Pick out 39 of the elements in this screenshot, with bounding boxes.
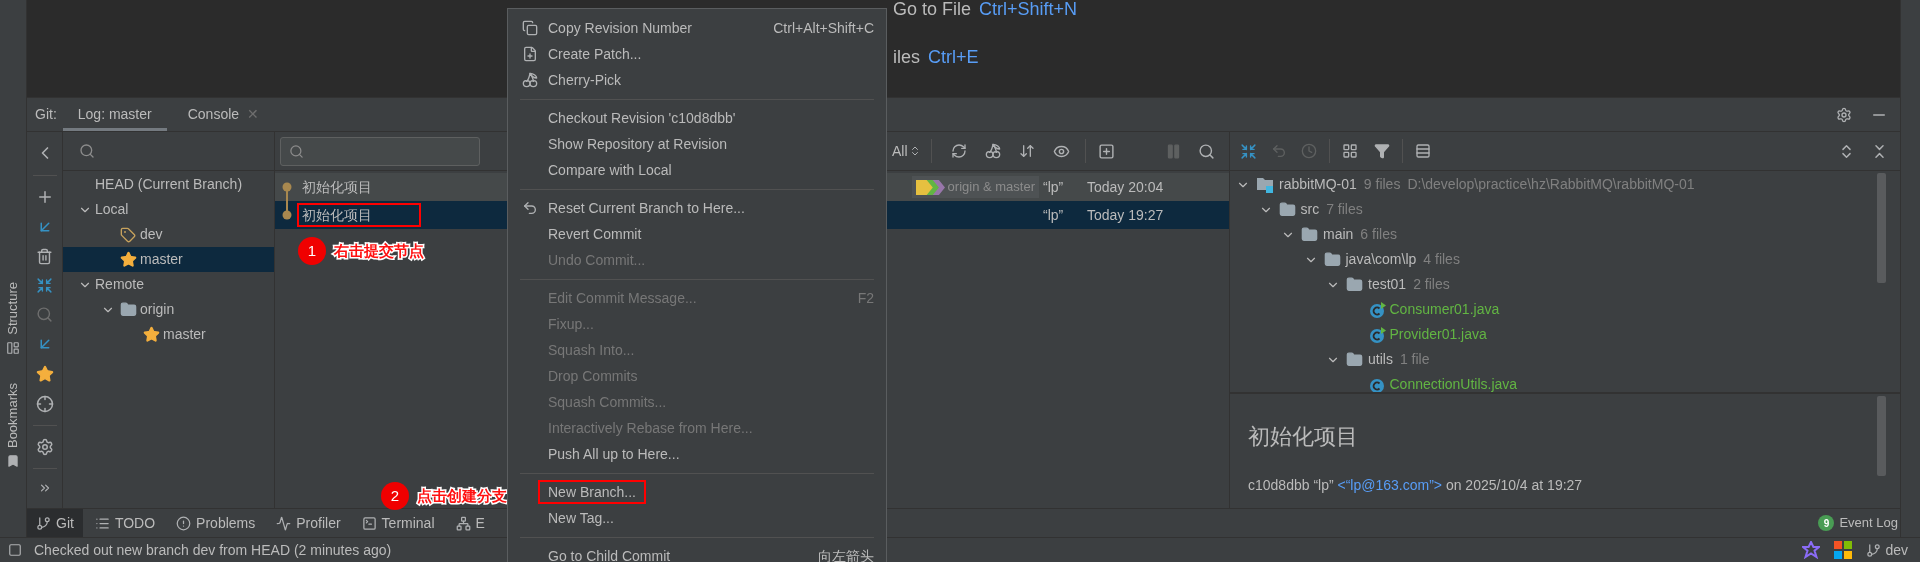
menu-item-label: Reset Current Branch to Here... <box>548 198 745 218</box>
shortcut-text: 向左箭头 <box>818 546 874 562</box>
commit-time: Today 19:27 <box>1086 205 1165 225</box>
annotation-text: 点击创建分支 <box>417 485 507 506</box>
status-message: Checked out new branch dev from HEAD (2 minutes ago) <box>34 540 392 560</box>
menu-item-label: Edit Commit Message... <box>548 288 697 308</box>
menu-item-label: Checkout Revision 'c10d8dbb' <box>548 108 736 128</box>
menu-item-label: Cherry-Pick <box>548 70 622 90</box>
hint-label: iles <box>893 46 920 69</box>
shortcut-text: Ctrl+Shift+N <box>979 0 1078 21</box>
menu-item-label: Show Repository at Revision <box>548 134 727 154</box>
menu-item-label: New Branch... <box>538 480 646 504</box>
menu-item-label: Interactively Rebase from Here... <box>548 418 753 438</box>
shortcut-text: Ctrl+E <box>928 46 979 69</box>
author: “lp” <box>1043 205 1065 225</box>
commit-message: 初始化项目 <box>297 203 421 227</box>
author: “lp” <box>1043 177 1065 197</box>
tool-window-title: Git: <box>35 105 57 124</box>
menu-item-label: Drop Commits <box>548 366 638 386</box>
menu-item-label: Copy Revision Number <box>548 18 692 38</box>
menu-item-label: Revert Commit <box>548 224 642 244</box>
menu-item-label: New Tag... <box>548 508 614 528</box>
menu-item-label: Push All up to Here... <box>548 444 680 464</box>
menu-item-label: Squash Commits... <box>548 392 667 412</box>
hint-label: Go to File <box>893 0 972 21</box>
commit-info: c10d8dbb “lp” <“lp@163.com”> on 2025/10/4 at 19:27 <box>1248 476 1584 495</box>
commit-title: 初始化项目 <box>1248 423 1359 451</box>
menu-item-label: Squash Into... <box>548 340 635 360</box>
commit-time: Today 20:04 <box>1086 177 1165 197</box>
menu-item-label: Undo Commit... <box>548 250 646 270</box>
menu-item-label: Create Patch... <box>548 44 642 64</box>
notification-count-badge: 9 <box>1818 515 1835 531</box>
shortcut-text: Ctrl+Alt+Shift+C <box>773 18 874 38</box>
ref-label: origin & master <box>911 176 1039 198</box>
shortcut-text: F2 <box>857 288 874 308</box>
commit-message: 初始化项目 <box>301 177 373 197</box>
annotation-text: 右击提交节点 <box>334 240 424 261</box>
menu-item-label: Go to Child Commit <box>548 546 671 562</box>
menu-item-label: Fixup... <box>548 314 594 334</box>
